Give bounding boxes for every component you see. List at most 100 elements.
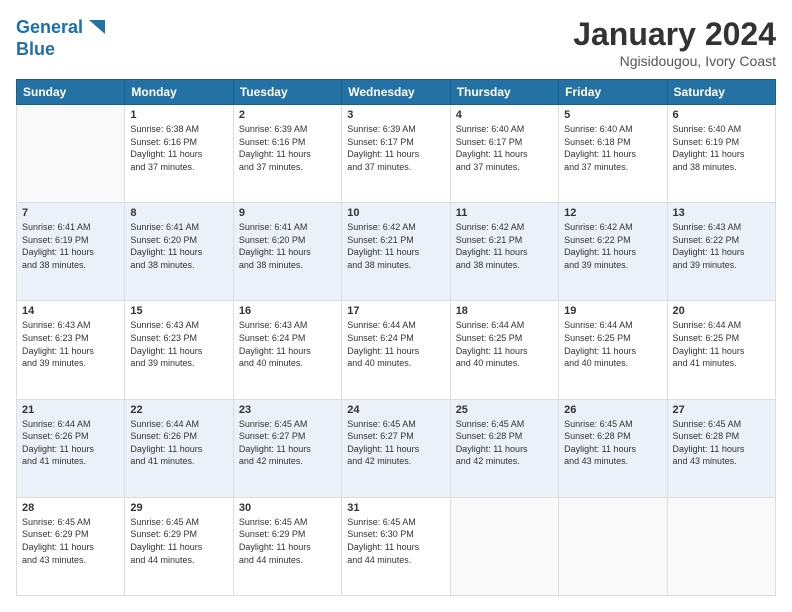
calendar-cell: 16 Sunrise: 6:43 AM Sunset: 6:24 PM Dayli… <box>233 301 341 399</box>
day-number: 20 <box>673 305 770 317</box>
day-number: 12 <box>564 207 661 219</box>
subtitle: Ngisidougou, Ivory Coast <box>573 53 776 69</box>
day-number: 16 <box>239 305 336 317</box>
day-info: Sunrise: 6:44 AM Sunset: 6:25 PM Dayligh… <box>456 319 553 369</box>
main-title: January 2024 <box>573 16 776 53</box>
calendar-cell: 8 Sunrise: 6:41 AM Sunset: 6:20 PM Daylig… <box>125 203 233 301</box>
title-block: January 2024 Ngisidougou, Ivory Coast <box>573 16 776 69</box>
calendar-cell: 7 Sunrise: 6:41 AM Sunset: 6:19 PM Daylig… <box>17 203 125 301</box>
day-info: Sunrise: 6:44 AM Sunset: 6:25 PM Dayligh… <box>673 319 770 369</box>
day-info: Sunrise: 6:45 AM Sunset: 6:28 PM Dayligh… <box>564 418 661 468</box>
logo-text-line1: General <box>16 18 83 38</box>
calendar-cell: 22 Sunrise: 6:44 AM Sunset: 6:26 PM Dayli… <box>125 399 233 497</box>
day-number: 30 <box>239 502 336 514</box>
week-row-5: 28 Sunrise: 6:45 AM Sunset: 6:29 PM Dayli… <box>17 497 776 595</box>
calendar-cell: 15Sunrise: 6:43 AM Sunset: 6:23 PM Dayli… <box>125 301 233 399</box>
calendar-cell: 9 Sunrise: 6:41 AM Sunset: 6:20 PM Daylig… <box>233 203 341 301</box>
calendar: Sunday Monday Tuesday Wednesday Thursday… <box>16 79 776 596</box>
calendar-cell: 5Sunrise: 6:40 AM Sunset: 6:18 PM Daylig… <box>559 105 667 203</box>
day-info: Sunrise: 6:40 AM Sunset: 6:18 PM Dayligh… <box>564 123 661 173</box>
day-number: 29 <box>130 502 227 514</box>
day-info: Sunrise: 6:43 AM Sunset: 6:22 PM Dayligh… <box>673 221 770 271</box>
day-number: 27 <box>673 404 770 416</box>
day-info: Sunrise: 6:38 AM Sunset: 6:16 PM Dayligh… <box>130 123 227 173</box>
day-number: 21 <box>22 404 119 416</box>
week-row-3: 14 Sunrise: 6:43 AM Sunset: 6:23 PM Dayli… <box>17 301 776 399</box>
calendar-cell: 2 Sunrise: 6:39 AM Sunset: 6:16 PM Daylig… <box>233 105 341 203</box>
day-info: Sunrise: 6:40 AM Sunset: 6:19 PM Dayligh… <box>673 123 770 173</box>
day-number: 4 <box>456 109 553 121</box>
day-info: Sunrise: 6:39 AM Sunset: 6:17 PM Dayligh… <box>347 123 444 173</box>
day-info: Sunrise: 6:45 AM Sunset: 6:29 PM Dayligh… <box>22 516 119 566</box>
day-info: Sunrise: 6:45 AM Sunset: 6:30 PM Dayligh… <box>347 516 444 566</box>
logo-icon <box>85 16 109 40</box>
day-number: 14 <box>22 305 119 317</box>
day-number: 28 <box>22 502 119 514</box>
calendar-cell: 20 Sunrise: 6:44 AM Sunset: 6:25 PM Dayli… <box>667 301 775 399</box>
day-number: 24 <box>347 404 444 416</box>
day-number: 19 <box>564 305 661 317</box>
calendar-cell: 6 Sunrise: 6:40 AM Sunset: 6:19 PM Daylig… <box>667 105 775 203</box>
day-info: Sunrise: 6:44 AM Sunset: 6:26 PM Dayligh… <box>130 418 227 468</box>
calendar-cell: 18 Sunrise: 6:44 AM Sunset: 6:25 PM Dayli… <box>450 301 558 399</box>
col-friday: Friday <box>559 80 667 105</box>
calendar-cell: 28 Sunrise: 6:45 AM Sunset: 6:29 PM Dayli… <box>17 497 125 595</box>
day-number: 31 <box>347 502 444 514</box>
day-info: Sunrise: 6:45 AM Sunset: 6:28 PM Dayligh… <box>673 418 770 468</box>
calendar-cell: 10Sunrise: 6:42 AM Sunset: 6:21 PM Dayli… <box>342 203 450 301</box>
day-number: 26 <box>564 404 661 416</box>
day-info: Sunrise: 6:43 AM Sunset: 6:24 PM Dayligh… <box>239 319 336 369</box>
calendar-cell: 13 Sunrise: 6:43 AM Sunset: 6:22 PM Dayli… <box>667 203 775 301</box>
calendar-cell: 23 Sunrise: 6:45 AM Sunset: 6:27 PM Dayli… <box>233 399 341 497</box>
day-info: Sunrise: 6:42 AM Sunset: 6:22 PM Dayligh… <box>564 221 661 271</box>
week-row-2: 7 Sunrise: 6:41 AM Sunset: 6:19 PM Daylig… <box>17 203 776 301</box>
header-row: Sunday Monday Tuesday Wednesday Thursday… <box>17 80 776 105</box>
day-number: 22 <box>130 404 227 416</box>
calendar-cell <box>667 497 775 595</box>
day-info: Sunrise: 6:41 AM Sunset: 6:20 PM Dayligh… <box>130 221 227 271</box>
day-info: Sunrise: 6:44 AM Sunset: 6:26 PM Dayligh… <box>22 418 119 468</box>
day-info: Sunrise: 6:45 AM Sunset: 6:27 PM Dayligh… <box>239 418 336 468</box>
calendar-cell <box>17 105 125 203</box>
calendar-cell: 1 Sunrise: 6:38 AM Sunset: 6:16 PM Daylig… <box>125 105 233 203</box>
logo-text-line2: Blue <box>16 40 109 60</box>
col-saturday: Saturday <box>667 80 775 105</box>
day-number: 15 <box>130 305 227 317</box>
day-info: Sunrise: 6:42 AM Sunset: 6:21 PM Dayligh… <box>456 221 553 271</box>
calendar-cell: 12 Sunrise: 6:42 AM Sunset: 6:22 PM Dayli… <box>559 203 667 301</box>
calendar-cell: 21 Sunrise: 6:44 AM Sunset: 6:26 PM Dayli… <box>17 399 125 497</box>
calendar-cell: 17 Sunrise: 6:44 AM Sunset: 6:24 PM Dayli… <box>342 301 450 399</box>
calendar-cell: 3Sunrise: 6:39 AM Sunset: 6:17 PM Daylig… <box>342 105 450 203</box>
day-number: 9 <box>239 207 336 219</box>
col-tuesday: Tuesday <box>233 80 341 105</box>
day-info: Sunrise: 6:41 AM Sunset: 6:19 PM Dayligh… <box>22 221 119 271</box>
day-number: 1 <box>130 109 227 121</box>
day-info: Sunrise: 6:41 AM Sunset: 6:20 PM Dayligh… <box>239 221 336 271</box>
day-info: Sunrise: 6:44 AM Sunset: 6:24 PM Dayligh… <box>347 319 444 369</box>
day-number: 2 <box>239 109 336 121</box>
day-info: Sunrise: 6:45 AM Sunset: 6:28 PM Dayligh… <box>456 418 553 468</box>
day-number: 18 <box>456 305 553 317</box>
calendar-cell: 30Sunrise: 6:45 AM Sunset: 6:29 PM Dayli… <box>233 497 341 595</box>
col-monday: Monday <box>125 80 233 105</box>
calendar-cell: 4 Sunrise: 6:40 AM Sunset: 6:17 PM Daylig… <box>450 105 558 203</box>
calendar-cell: 27 Sunrise: 6:45 AM Sunset: 6:28 PM Dayli… <box>667 399 775 497</box>
col-thursday: Thursday <box>450 80 558 105</box>
page: General Blue January 2024 Ngisidougou, I… <box>0 0 792 612</box>
calendar-cell: 19 Sunrise: 6:44 AM Sunset: 6:25 PM Dayli… <box>559 301 667 399</box>
calendar-cell <box>450 497 558 595</box>
day-number: 6 <box>673 109 770 121</box>
day-number: 13 <box>673 207 770 219</box>
day-number: 7 <box>22 207 119 219</box>
col-wednesday: Wednesday <box>342 80 450 105</box>
day-info: Sunrise: 6:44 AM Sunset: 6:25 PM Dayligh… <box>564 319 661 369</box>
day-info: Sunrise: 6:40 AM Sunset: 6:17 PM Dayligh… <box>456 123 553 173</box>
day-info: Sunrise: 6:43 AM Sunset: 6:23 PM Dayligh… <box>22 319 119 369</box>
calendar-cell <box>559 497 667 595</box>
day-number: 17 <box>347 305 444 317</box>
day-number: 8 <box>130 207 227 219</box>
col-sunday: Sunday <box>17 80 125 105</box>
day-number: 23 <box>239 404 336 416</box>
day-info: Sunrise: 6:39 AM Sunset: 6:16 PM Dayligh… <box>239 123 336 173</box>
day-info: Sunrise: 6:45 AM Sunset: 6:27 PM Dayligh… <box>347 418 444 468</box>
